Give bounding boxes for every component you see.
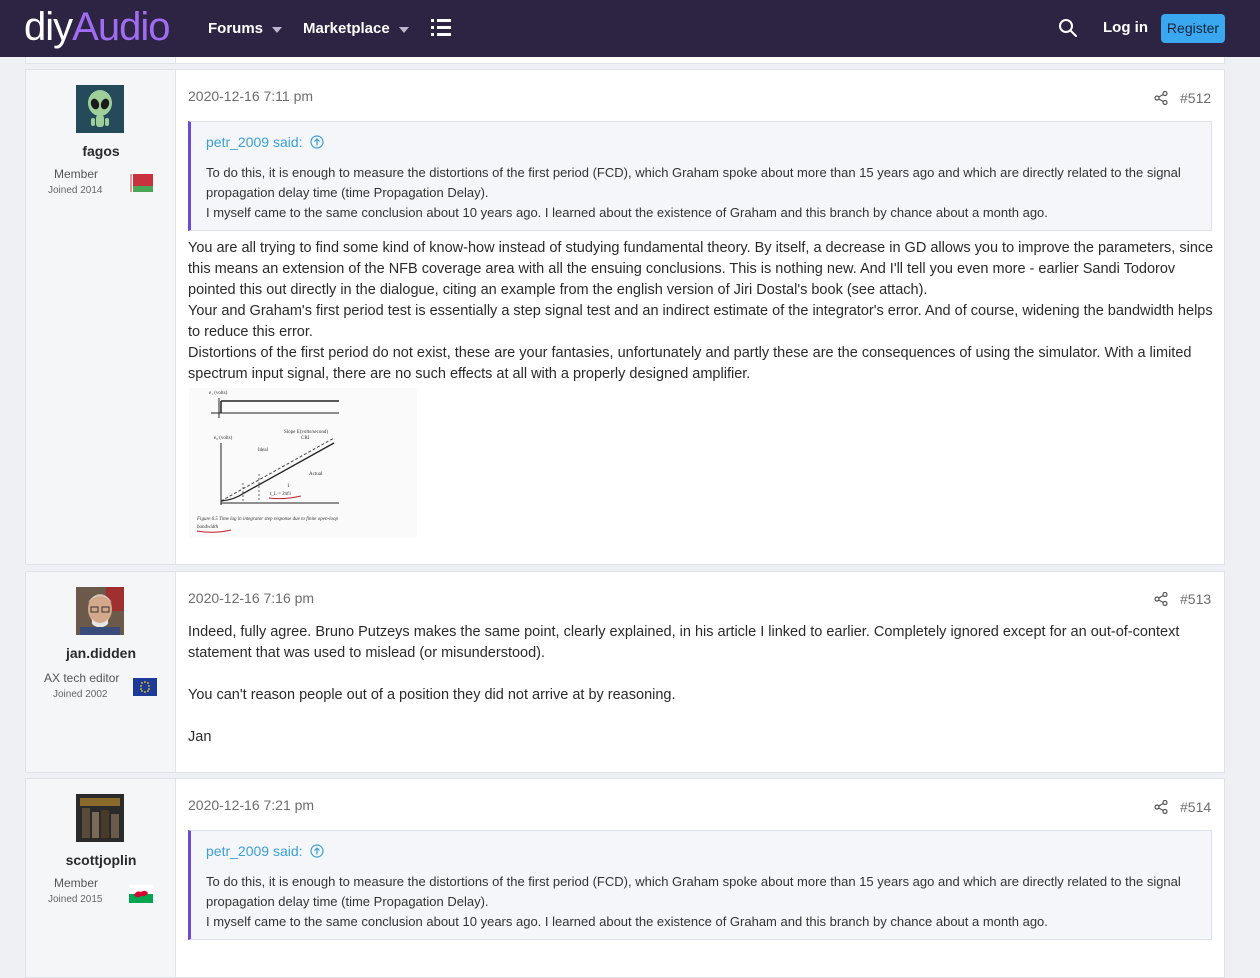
post-body: You are all trying to find some kind of … bbox=[188, 240, 1214, 382]
svg-text:Slope E(volts/second): Slope E(volts/second) bbox=[284, 430, 328, 435]
post-date[interactable]: 2020-12-16 7:16 pm bbox=[188, 590, 314, 606]
quote-attribution[interactable]: petr_2009 said: bbox=[206, 843, 325, 859]
user-sidebar: scottjoplin Member Joined 2015 bbox=[26, 779, 176, 977]
login-link[interactable]: Log in bbox=[1103, 19, 1148, 36]
register-button[interactable]: Register bbox=[1161, 14, 1225, 43]
list-menu-icon[interactable] bbox=[431, 19, 451, 37]
previous-post-fragment bbox=[25, 57, 1225, 64]
svg-text:bandwidth: bandwidth bbox=[197, 525, 219, 530]
avatar[interactable] bbox=[76, 85, 124, 133]
attachment-figure[interactable]: e₁ (volts) e₀ (volts) Slope E(volts/seco… bbox=[189, 388, 417, 538]
post-number[interactable]: #513 bbox=[1180, 591, 1211, 607]
svg-text:e₀ (volts): e₀ (volts) bbox=[214, 436, 233, 441]
avatar[interactable] bbox=[76, 794, 124, 842]
username[interactable]: scottjoplin bbox=[26, 852, 176, 868]
post-date[interactable]: 2020-12-16 7:11 pm bbox=[188, 88, 313, 104]
svg-text:t_L = 2πf1: t_L = 2πf1 bbox=[270, 492, 292, 497]
nav-forums-label: Forums bbox=[208, 20, 264, 37]
nav-forums[interactable]: Forums bbox=[208, 0, 283, 57]
top-navigation-bar: diyAudio Forums Marketplace Log in Regis… bbox=[0, 0, 1260, 57]
svg-text:Figure 6.5 Time lag in integr: Figure 6.5 Time lag in integrator step r… bbox=[196, 517, 339, 522]
user-title: Member bbox=[54, 876, 99, 890]
join-date: Joined 2015 bbox=[48, 894, 103, 905]
search-icon[interactable] bbox=[1058, 18, 1078, 38]
post-body: Indeed, fully agree. Bruno Putzeys makes… bbox=[188, 624, 1180, 745]
nav-marketplace-label: Marketplace bbox=[303, 20, 390, 37]
join-date: Joined 2002 bbox=[53, 689, 108, 700]
svg-text:Actual: Actual bbox=[309, 472, 323, 477]
user-title: Member bbox=[54, 167, 99, 181]
quote-text: To do this, it is enough to measure the … bbox=[206, 874, 1181, 929]
user-sidebar: jan.didden AX tech editor Joined 2002 bbox=[26, 572, 176, 772]
username[interactable]: jan.didden bbox=[26, 645, 176, 661]
post-512: fagos Member Joined 2014 2020-12-16 7:11… bbox=[25, 69, 1225, 565]
flag-eu-icon bbox=[133, 678, 157, 696]
quote-block: petr_2009 said: To do this, it is enough… bbox=[188, 830, 1212, 940]
post-513: jan.didden AX tech editor Joined 2002 20… bbox=[25, 571, 1225, 773]
join-date: Joined 2014 bbox=[48, 185, 103, 196]
quote-attribution[interactable]: petr_2009 said: bbox=[206, 134, 325, 150]
user-sidebar: fagos Member Joined 2014 bbox=[26, 70, 176, 564]
flag-wales-icon bbox=[129, 885, 153, 903]
svg-text:e₁ (volts): e₁ (volts) bbox=[209, 391, 228, 396]
user-title: AX tech editor bbox=[44, 671, 120, 685]
chevron-down-icon bbox=[398, 26, 409, 33]
username[interactable]: fagos bbox=[26, 143, 176, 159]
post-number[interactable]: #514 bbox=[1180, 799, 1211, 815]
share-icon[interactable] bbox=[1154, 592, 1168, 606]
site-logo[interactable]: diyAudio bbox=[24, 4, 170, 50]
arrow-up-circle-icon[interactable] bbox=[310, 844, 325, 858]
svg-text:CRI: CRI bbox=[301, 436, 310, 441]
arrow-up-circle-icon[interactable] bbox=[310, 135, 325, 149]
svg-text:Ideal: Ideal bbox=[258, 448, 269, 453]
nav-marketplace[interactable]: Marketplace bbox=[303, 0, 409, 57]
share-icon[interactable] bbox=[1154, 91, 1168, 105]
chevron-down-icon bbox=[272, 26, 283, 33]
post-number[interactable]: #512 bbox=[1180, 90, 1211, 106]
quote-text: To do this, it is enough to measure the … bbox=[206, 165, 1181, 220]
flag-belarus-icon bbox=[129, 174, 153, 192]
avatar[interactable] bbox=[76, 587, 124, 635]
share-icon[interactable] bbox=[1154, 800, 1168, 814]
post-514: scottjoplin Member Joined 2015 2020-12-1… bbox=[25, 778, 1225, 978]
quote-block: petr_2009 said: To do this, it is enough… bbox=[188, 121, 1212, 231]
post-date[interactable]: 2020-12-16 7:21 pm bbox=[188, 797, 314, 813]
